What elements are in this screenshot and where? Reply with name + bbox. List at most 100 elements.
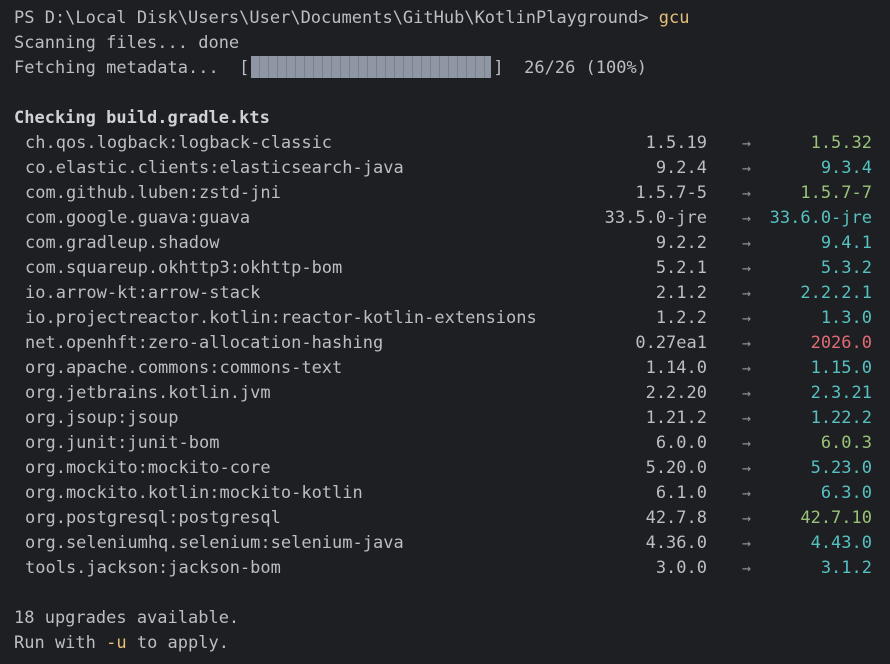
- latest-version: 1.22.2: [810, 408, 872, 428]
- arrow-right-icon: →: [742, 184, 752, 202]
- checking-header: Checking build.gradle.kts: [14, 108, 270, 128]
- dependency-name: com.squareup.okhttp3:okhttp-bom: [25, 258, 343, 278]
- arrow-right-icon: →: [742, 509, 752, 527]
- latest-version: 3.1.2: [820, 558, 872, 578]
- dependency-row: com.google.guava:guava 33.5.0-jre → 33.6.0-…: [14, 206, 890, 231]
- latest-version: 6.3.0: [820, 483, 872, 503]
- dependency-row: org.junit:junit-bom 6.0.0 → 6.0.3: [14, 431, 890, 456]
- latest-version: 9.4.1: [820, 233, 872, 253]
- current-version: 0.27ea1: [635, 333, 707, 353]
- progress-text: 26/26 (100%): [503, 58, 647, 78]
- current-version: 9.2.4: [655, 158, 707, 178]
- apply-hint-line: Run with -u to apply.: [14, 631, 890, 656]
- current-version: 5.20.0: [645, 458, 707, 478]
- current-version: 33.5.0-jre: [604, 208, 707, 228]
- dependency-name: net.openhft:zero-allocation-hashing: [25, 333, 384, 353]
- dependency-row: co.elastic.clients:elasticsearch-java 9.2…: [14, 156, 890, 181]
- dependency-row: org.jsoup:jsoup 1.21.2 → 1.22.2: [14, 406, 890, 431]
- dependency-name: org.jetbrains.kotlin.jvm: [25, 383, 271, 403]
- command-text: gcu: [658, 8, 690, 28]
- dependency-row: org.mockito.kotlin:mockito-kotlin 6.1.0 → 6…: [14, 481, 890, 506]
- dependency-name: com.google.guava:guava: [25, 208, 251, 228]
- arrow-right-icon: →: [742, 434, 752, 452]
- dependency-name: tools.jackson:jackson-bom: [25, 558, 281, 578]
- latest-version: 4.43.0: [810, 533, 872, 553]
- dependency-row: io.projectreactor.kotlin:reactor-kotlin-…: [14, 306, 890, 331]
- dependency-name: org.junit:junit-bom: [25, 433, 220, 453]
- dependency-list: ch.qos.logback:logback-classic 1.5.19 → 1.5…: [14, 131, 890, 581]
- dependency-row: org.jetbrains.kotlin.jvm 2.2.20 → 2.3.21: [14, 381, 890, 406]
- progress-bar: [251, 55, 492, 78]
- latest-version: 6.0.3: [820, 433, 872, 453]
- latest-version: 1.5.32: [810, 133, 872, 153]
- dependency-name: io.projectreactor.kotlin:reactor-kotlin-…: [25, 308, 537, 328]
- latest-version: 1.3.0: [820, 308, 872, 328]
- scanning-line: Scanning files... done: [14, 33, 240, 53]
- progress-fill: [251, 55, 492, 78]
- current-version: 9.2.2: [655, 233, 707, 253]
- latest-version: 1.15.0: [810, 358, 872, 378]
- arrow-right-icon: →: [742, 159, 752, 177]
- dependency-row: org.postgresql:postgresql 42.7.8 → 42.7.10: [14, 506, 890, 531]
- summary-line: 18 upgrades available.: [14, 608, 240, 628]
- current-version: 1.5.7-5: [635, 183, 707, 203]
- dependency-row: tools.jackson:jackson-bom 3.0.0 → 3.1.2: [14, 556, 890, 581]
- dependency-name: io.arrow-kt:arrow-stack: [25, 283, 261, 303]
- current-version: 1.5.19: [645, 133, 707, 153]
- prompt-path: PS D:\Local Disk\Users\User\Documents\Gi…: [14, 8, 659, 28]
- dependency-row: ch.qos.logback:logback-classic 1.5.19 → 1.5…: [14, 131, 890, 156]
- dependency-name: org.postgresql:postgresql: [25, 508, 281, 528]
- fetching-label: Fetching metadata...: [14, 58, 240, 78]
- dependency-row: org.seleniumhq.selenium:selenium-java 4.3…: [14, 531, 890, 556]
- latest-version: 2.3.21: [810, 383, 872, 403]
- prompt-line: PS D:\Local Disk\Users\User\Documents\Gi…: [14, 6, 890, 31]
- current-version: 5.2.1: [655, 258, 707, 278]
- arrow-right-icon: →: [742, 384, 752, 402]
- arrow-right-icon: →: [742, 459, 752, 477]
- latest-version: 9.3.4: [820, 158, 872, 178]
- latest-version: 2026.0: [810, 333, 872, 353]
- fetching-line: Fetching metadata... [] 26/26 (100%): [14, 55, 890, 81]
- dependency-name: com.github.luben:zstd-jni: [25, 183, 281, 203]
- current-version: 6.1.0: [655, 483, 707, 503]
- dependency-name: org.mockito.kotlin:mockito-kotlin: [25, 483, 363, 503]
- current-version: 42.7.8: [645, 508, 707, 528]
- latest-version: 2.2.2.1: [800, 283, 872, 303]
- current-version: 2.1.2: [655, 283, 707, 303]
- arrow-right-icon: →: [742, 234, 752, 252]
- arrow-right-icon: →: [742, 209, 752, 227]
- current-version: 2.2.20: [645, 383, 707, 403]
- arrow-right-icon: →: [742, 559, 752, 577]
- dependency-name: co.elastic.clients:elasticsearch-java: [25, 158, 404, 178]
- dependency-row: io.arrow-kt:arrow-stack 2.1.2 → 2.2.2.1: [14, 281, 890, 306]
- arrow-right-icon: →: [742, 359, 752, 377]
- dependency-name: org.seleniumhq.selenium:selenium-java: [25, 533, 404, 553]
- latest-version: 33.6.0-jre: [769, 208, 872, 228]
- dependency-name: com.gradleup.shadow: [25, 233, 220, 253]
- arrow-right-icon: →: [742, 259, 752, 277]
- current-version: 1.21.2: [645, 408, 707, 428]
- dependency-row: com.github.luben:zstd-jni 1.5.7-5 → 1.5.7-7: [14, 181, 890, 206]
- arrow-right-icon: →: [742, 484, 752, 502]
- latest-version: 5.23.0: [810, 458, 872, 478]
- current-version: 4.36.0: [645, 533, 707, 553]
- dependency-row: com.squareup.okhttp3:okhttp-bom 5.2.1 → 5.3…: [14, 256, 890, 281]
- dependency-row: net.openhft:zero-allocation-hashing 0.27e…: [14, 331, 890, 356]
- dependency-name: ch.qos.logback:logback-classic: [25, 133, 333, 153]
- current-version: 6.0.0: [655, 433, 707, 453]
- dependency-row: com.gradleup.shadow 9.2.2 → 9.4.1: [14, 231, 890, 256]
- progress-open-bracket: [: [239, 58, 250, 78]
- arrow-right-icon: →: [742, 309, 752, 327]
- terminal-window[interactable]: PS D:\Local Disk\Users\User\Documents\Gi…: [0, 0, 890, 664]
- dependency-row: org.mockito:mockito-core 5.20.0 → 5.23.0: [14, 456, 890, 481]
- latest-version: 42.7.10: [800, 508, 872, 528]
- dependency-name: org.jsoup:jsoup: [25, 408, 179, 428]
- apply-suffix: to apply.: [126, 633, 229, 653]
- dependency-row: org.apache.commons:commons-text 1.14.0 → 1.…: [14, 356, 890, 381]
- arrow-right-icon: →: [742, 334, 752, 352]
- arrow-right-icon: →: [742, 134, 752, 152]
- current-version: 3.0.0: [655, 558, 707, 578]
- latest-version: 5.3.2: [820, 258, 872, 278]
- current-version: 1.2.2: [655, 308, 707, 328]
